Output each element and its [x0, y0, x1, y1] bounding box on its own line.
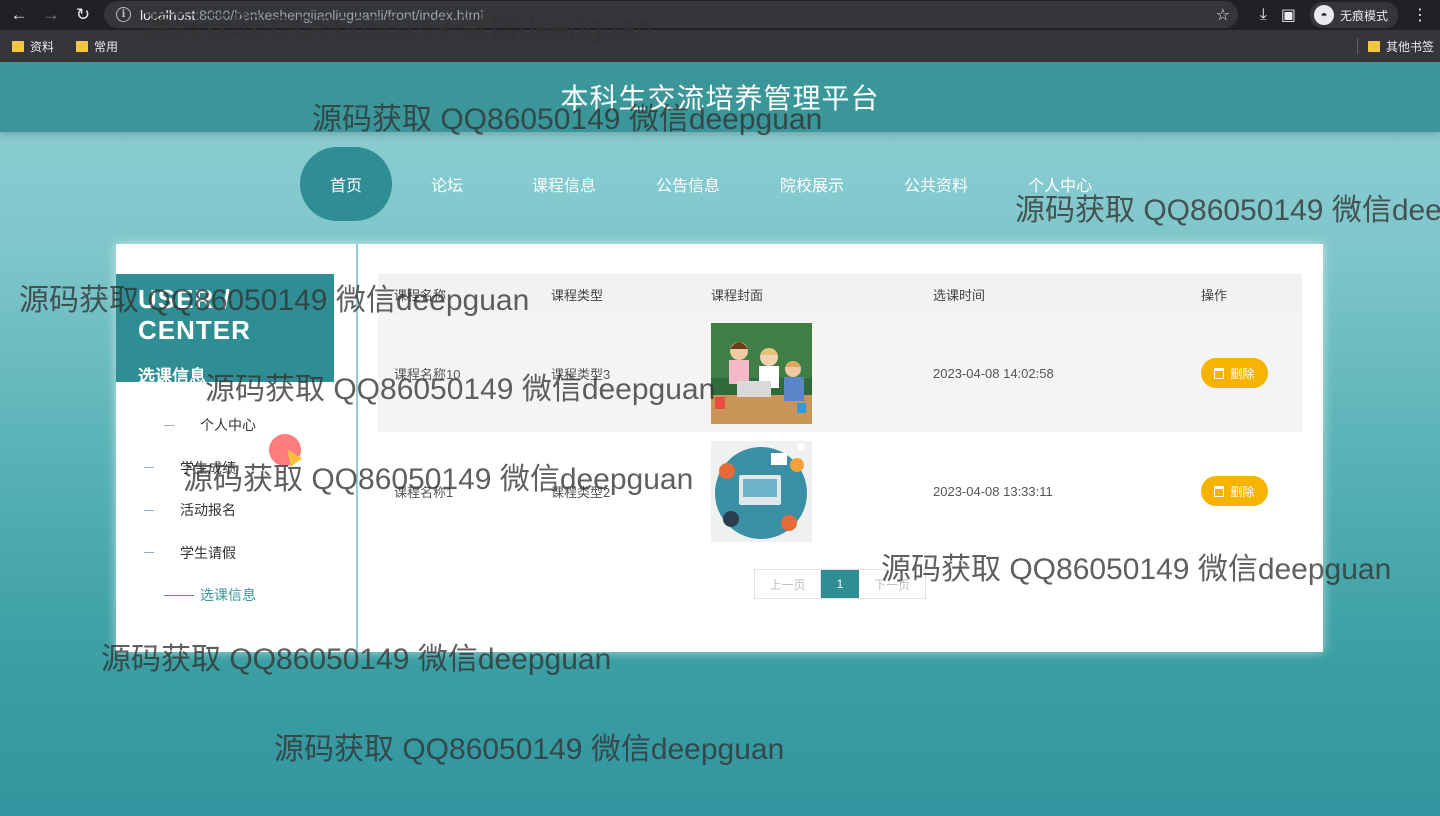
- classroom-kids-image: [711, 322, 812, 424]
- browser-actions: ⤓ ▣ ◓ 无痕模式 ⋮: [1260, 0, 1440, 30]
- sidebar-item-leave[interactable]: 学生请假: [116, 532, 356, 575]
- team-desk-illustration: [711, 440, 812, 542]
- download-icon[interactable]: ⤓: [1260, 6, 1267, 24]
- main-nav: 首页 论坛 课程信息 公告信息 院校展示 公共资料 个人中心: [300, 147, 1122, 221]
- sidebar-item-activity-signup[interactable]: 活动报名: [116, 489, 356, 532]
- bookmark-star-icon[interactable]: ☆: [1216, 5, 1230, 25]
- nav-home[interactable]: 首页: [300, 147, 392, 221]
- menu-dots-icon[interactable]: ⋮: [1412, 5, 1428, 25]
- incognito-icon: ◓: [1313, 5, 1334, 25]
- page-number-current[interactable]: 1: [821, 570, 859, 598]
- next-page-button[interactable]: 下一页: [859, 570, 925, 598]
- bookmark-label: 常用: [94, 39, 119, 54]
- dash-icon: [144, 467, 154, 469]
- bookmark-folder-2[interactable]: 常用: [76, 38, 118, 55]
- sidebar-item-label: 学生成绩: [180, 459, 236, 476]
- cell-course-name: 课程名称10: [394, 366, 461, 382]
- site-header: 本科生交流培养管理平台: [0, 62, 1440, 132]
- sidebar-heading-en: USER / CENTER: [138, 284, 251, 345]
- sidebar-header: USER / CENTER 选课信息: [116, 274, 334, 386]
- bookmark-label: 资料: [30, 39, 55, 54]
- table-row: 课程名称10 课程类型3 2023-04-08 14:02:58 删除: [378, 314, 1302, 432]
- cell-actions: 删除: [1201, 432, 1302, 550]
- user-sidebar: USER / CENTER 选课信息 个人中心 学生成绩 活动报名 学生请假 选…: [116, 244, 358, 652]
- trash-icon: [1214, 367, 1225, 379]
- col-course-name: 课程名称: [394, 287, 447, 303]
- table-header-row: 课程名称 课程类型 课程封面 选课时间 操作: [378, 274, 1302, 314]
- col-selection-time: 选课时间: [933, 287, 986, 303]
- bookmark-divider: [1356, 38, 1358, 54]
- sidebar-menu: 个人中心 学生成绩 活动报名 学生请假 选课信息: [116, 404, 356, 617]
- cell-course-type: 课程类型2: [551, 484, 611, 500]
- url-path: :8080/benkeshengjiaoliuguanli/front/inde…: [195, 6, 484, 23]
- col-course-cover: 课程封面: [711, 287, 764, 303]
- other-bookmarks-label: 其他书签: [1385, 39, 1434, 54]
- course-selection-table: 课程名称 课程类型 课程封面 选课时间 操作 课程名称10 课程类型3 2023…: [378, 274, 1302, 550]
- cell-course-cover: [711, 432, 933, 550]
- dash-icon: [164, 424, 174, 426]
- folder-icon: [12, 40, 24, 52]
- nav-personal-center[interactable]: 个人中心: [998, 147, 1122, 221]
- sidebar-item-label: 学生请假: [180, 544, 236, 561]
- cell-course-name: 课程名称1: [394, 484, 454, 500]
- incognito-label: 无痕模式: [1339, 8, 1388, 23]
- dash-icon: [164, 594, 194, 596]
- bookmarks-bar: 资料 常用 其他书签: [0, 30, 1440, 62]
- col-course-type: 课程类型: [551, 287, 604, 303]
- dash-icon: [144, 552, 154, 554]
- delete-label: 删除: [1230, 484, 1255, 499]
- cell-selection-time: 2023-04-08 14:02:58: [933, 365, 1054, 381]
- sidebar-item-grades[interactable]: 学生成绩: [116, 447, 356, 490]
- pagination: 上一页 1 下一页: [754, 569, 926, 599]
- bookmark-folder-1[interactable]: 资料: [12, 38, 54, 55]
- cell-actions: 删除: [1201, 314, 1302, 432]
- cell-course-cover: [711, 314, 933, 432]
- cell-course-type: 课程类型3: [551, 366, 611, 382]
- prev-page-button[interactable]: 上一页: [755, 570, 821, 598]
- forward-arrow-icon[interactable]: →: [38, 2, 64, 28]
- nav-forum[interactable]: 论坛: [392, 147, 502, 221]
- folder-icon: [1367, 40, 1380, 52]
- address-bar[interactable]: i localhost:8080/benkeshengjiaoliuguanli…: [104, 1, 1238, 28]
- sidebar-item-personal-center[interactable]: 个人中心: [116, 404, 356, 447]
- sidebar-item-course-selection[interactable]: 选课信息: [116, 574, 356, 617]
- incognito-badge[interactable]: ◓ 无痕模式: [1309, 2, 1398, 28]
- nav-course-info[interactable]: 课程信息: [502, 147, 626, 221]
- other-bookmarks[interactable]: 其他书签: [1367, 38, 1434, 55]
- delete-button[interactable]: 删除: [1201, 476, 1268, 506]
- browser-toolbar: ← → ↻ i localhost:8080/benkeshengjiaoliu…: [0, 0, 1440, 30]
- url-host: localhost: [140, 6, 196, 23]
- table-row: 课程名称1 课程类型2 2023-04-08 13:33:11 删除: [378, 432, 1302, 550]
- sidebar-item-label: 选课信息: [200, 587, 256, 604]
- sidebar-heading-cn: 选课信息: [138, 367, 206, 386]
- site-info-icon[interactable]: i: [116, 7, 131, 22]
- delete-button[interactable]: 删除: [1201, 358, 1268, 388]
- nav-school-showcase[interactable]: 院校展示: [750, 147, 874, 221]
- reload-icon[interactable]: ↻: [70, 2, 96, 28]
- page-body: 本科生交流培养管理平台 首页 论坛 课程信息 公告信息 院校展示 公共资料 个人…: [0, 62, 1440, 816]
- cell-selection-time: 2023-04-08 13:33:11: [933, 483, 1053, 499]
- sidebar-item-label: 活动报名: [180, 502, 236, 519]
- nav-announcements[interactable]: 公告信息: [626, 147, 750, 221]
- site-title: 本科生交流培养管理平台: [560, 83, 880, 114]
- sidebar-item-label: 个人中心: [200, 417, 256, 434]
- folder-icon: [76, 40, 89, 52]
- url-text: localhost:8080/benkeshengjiaoliuguanli/f…: [140, 7, 483, 23]
- back-arrow-icon[interactable]: ←: [6, 2, 32, 28]
- col-actions: 操作: [1201, 287, 1228, 303]
- trash-icon: [1214, 485, 1225, 497]
- delete-label: 删除: [1230, 366, 1255, 381]
- sidepanel-icon[interactable]: ▣: [1281, 5, 1296, 25]
- dash-icon: [144, 509, 154, 511]
- nav-public-materials[interactable]: 公共资料: [874, 147, 998, 221]
